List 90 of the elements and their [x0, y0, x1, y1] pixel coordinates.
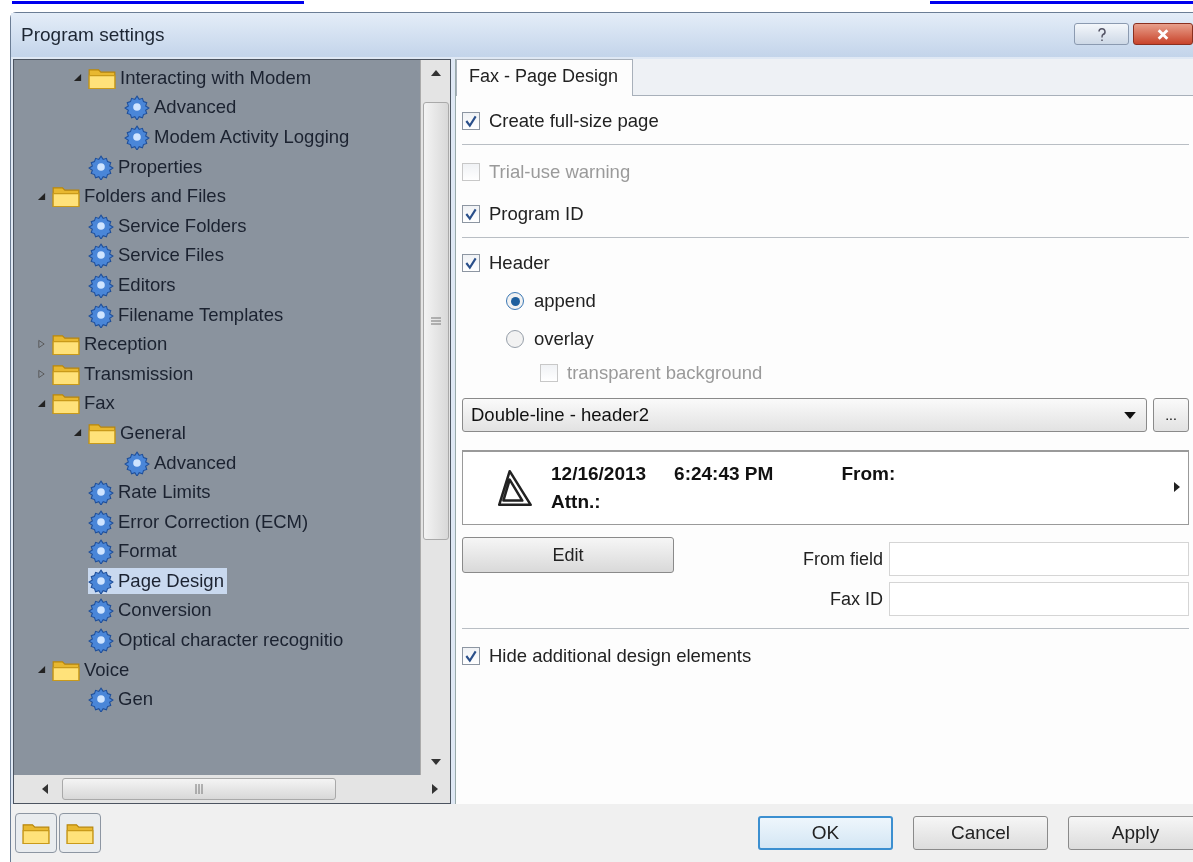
input-field[interactable] [889, 582, 1189, 616]
checkbox-label: Create full-size page [489, 110, 659, 132]
tree-item[interactable]: Filename Templates [88, 301, 287, 328]
tree-item[interactable]: Properties [88, 153, 206, 180]
gear-icon [124, 94, 150, 121]
checkbox-label: Header [489, 252, 550, 274]
checkbox[interactable] [462, 205, 480, 223]
tree-item[interactable]: Page Design [88, 567, 227, 594]
checkbox[interactable] [462, 254, 480, 272]
radio-label: append [534, 290, 596, 312]
gear-icon [124, 124, 150, 150]
edit-button[interactable]: Edit [462, 537, 674, 573]
close-icon [1156, 27, 1170, 41]
tree-item[interactable]: Conversion [88, 597, 215, 624]
tree-item[interactable]: Fax [52, 391, 118, 416]
browse-button[interactable]: ... [1153, 398, 1189, 432]
gear-icon [88, 153, 114, 180]
grip-icon [430, 317, 441, 325]
tree-item[interactable]: Modem Activity Logging [124, 124, 353, 150]
checkbox-label: Trial-use warning [489, 161, 631, 183]
scroll-right-icon[interactable] [432, 784, 438, 794]
gear-icon [88, 212, 114, 239]
folder-icon [52, 391, 80, 416]
tree-item[interactable]: Voice [52, 657, 133, 682]
header-from-label: From: [841, 463, 896, 485]
vertical-scrollbar[interactable] [420, 60, 450, 775]
checkbox[interactable] [462, 112, 480, 130]
input-field[interactable] [889, 542, 1189, 576]
expanded-arrow-icon[interactable] [36, 191, 46, 201]
expanded-arrow-icon[interactable] [36, 665, 46, 675]
radio-label: overlay [534, 328, 594, 350]
dropdown-arrow-icon [1124, 411, 1136, 419]
radio-button[interactable] [506, 330, 524, 348]
tree-item[interactable]: Service Folders [88, 212, 250, 239]
tree-item[interactable]: Rate Limits [88, 479, 214, 506]
window-title: Program settings [21, 24, 165, 46]
tree-item[interactable]: Optical character recognitio [88, 627, 347, 654]
dialog-button[interactable]: OK [758, 816, 893, 850]
gear-icon [88, 627, 114, 654]
tree-item[interactable]: Format [88, 538, 180, 565]
expanded-arrow-icon[interactable] [36, 398, 46, 408]
tree-item[interactable]: Interacting with Modem [88, 65, 315, 90]
horizontal-scrollbar[interactable] [14, 775, 450, 803]
folder-icon [22, 821, 50, 845]
gear-icon [88, 538, 114, 565]
tree-item[interactable]: Editors [88, 271, 179, 298]
tree-item[interactable]: Gen [88, 686, 156, 713]
tree-item[interactable]: Advanced [124, 449, 240, 476]
checkbox-label: Program ID [489, 203, 584, 225]
close-button[interactable] [1133, 23, 1193, 45]
gear-icon [88, 508, 114, 535]
gear-icon [88, 597, 114, 624]
tree-item[interactable]: Reception [52, 332, 171, 357]
gear-icon [88, 567, 114, 594]
gear-icon [124, 449, 150, 476]
help-icon [1095, 26, 1108, 42]
field-label: From field [803, 548, 883, 570]
checkbox[interactable] [462, 647, 480, 665]
header-time: 6:24:43 PM [674, 463, 774, 485]
tree-item[interactable]: Transmission [52, 361, 197, 386]
expanded-arrow-icon[interactable] [72, 73, 82, 83]
gear-icon [88, 242, 114, 269]
folder-icon [52, 332, 80, 357]
scroll-right-icon[interactable] [1174, 482, 1180, 492]
dialog-button[interactable]: Cancel [913, 816, 1048, 850]
dialog-button[interactable]: Apply [1068, 816, 1193, 850]
header-date: 12/16/2013 [551, 463, 647, 485]
tree-item[interactable]: Folders and Files [52, 184, 229, 209]
scroll-up-icon[interactable] [430, 70, 441, 76]
tree-item[interactable]: Service Files [88, 242, 227, 269]
tree-item[interactable]: Advanced [124, 94, 240, 121]
scroll-down-icon[interactable] [430, 759, 441, 765]
radio-button[interactable] [506, 292, 524, 310]
tree-item[interactable]: Error Correction (ECM) [88, 508, 312, 535]
header-template-dropdown[interactable]: Double-line - header2 [462, 398, 1147, 432]
grip-icon [195, 784, 203, 794]
gear-icon [88, 686, 114, 713]
scroll-left-icon[interactable] [42, 784, 48, 794]
checkbox-label: transparent background [567, 362, 763, 384]
folder-icon [52, 184, 80, 209]
tree-item[interactable]: General [88, 420, 189, 445]
gear-icon [88, 301, 114, 328]
tab[interactable]: Fax - Page Design [456, 59, 634, 96]
folder-icon [66, 821, 94, 845]
expanded-arrow-icon[interactable] [72, 428, 82, 438]
field-label: Fax ID [830, 588, 883, 610]
checkbox-label: Hide additional design elements [489, 645, 752, 667]
gear-icon [88, 271, 114, 298]
gear-icon [88, 479, 114, 506]
header-attn-label: Attn.: [551, 491, 602, 513]
